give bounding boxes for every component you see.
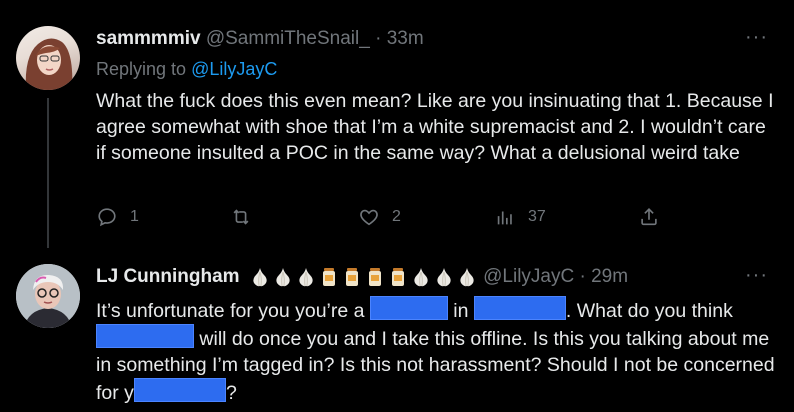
jar-emoji-icon [341, 266, 363, 288]
thread-line [47, 98, 49, 248]
views-icon [497, 211, 512, 225]
garlic-emoji-icon [295, 266, 317, 288]
reply-icon [98, 208, 116, 227]
replying-to: Replying to @LilyJayC [96, 59, 277, 80]
more-options-icon[interactable]: ··· [745, 264, 768, 287]
jar-emoji-icon [387, 266, 409, 288]
share-icon [641, 208, 657, 226]
tweet-actions: 1 2 37 [96, 206, 776, 232]
reply-count: 1 [130, 208, 139, 225]
text-segment: ? [225, 382, 237, 404]
avatar[interactable] [16, 26, 80, 90]
redaction-box [133, 378, 226, 402]
avatar[interactable] [16, 264, 80, 328]
user-handle[interactable]: @LilyJayC [483, 266, 574, 287]
text-segment: in [447, 300, 474, 322]
timestamp[interactable]: · 33m [375, 28, 424, 49]
display-name[interactable]: LJ Cunningham [96, 266, 240, 287]
avatar-image [16, 264, 80, 328]
text-segment: It’s unfortunate for you you’re a [96, 300, 370, 322]
text-segment: . What do you think [565, 300, 733, 322]
redaction-box [369, 296, 448, 320]
share-button[interactable] [638, 206, 660, 228]
mention-link[interactable]: @LilyJayC [191, 59, 277, 79]
garlic-emoji-icon [249, 266, 271, 288]
garlic-emoji-icon [410, 266, 432, 288]
display-name[interactable]: sammmmiv [96, 28, 201, 49]
timestamp[interactable]: · 29m [580, 266, 629, 287]
jar-emoji-icon [364, 266, 386, 288]
tweet-text: What the fuck does this even mean? Like … [96, 90, 774, 164]
replying-to-label: Replying to [96, 59, 187, 79]
retweet-button[interactable] [230, 206, 264, 228]
tweet-header: LJ Cunningham @LilyJayC · 29m [96, 266, 628, 288]
garlic-emoji-icon [456, 266, 478, 288]
like-button[interactable]: 2 [358, 206, 401, 228]
garlic-emoji-icon [272, 266, 294, 288]
tweet-text: It’s unfortunate for you you’re a in . W… [96, 296, 776, 406]
garlic-emoji-icon [433, 266, 455, 288]
redaction-box [96, 324, 194, 348]
redaction-box [473, 296, 566, 320]
more-options-icon[interactable]: ··· [745, 26, 768, 49]
tweet-header: sammmmiv @SammiTheSnail_ · 33m [96, 28, 424, 50]
like-count: 2 [392, 208, 401, 225]
user-handle[interactable]: @SammiTheSnail_ [206, 28, 370, 49]
jar-emoji-icon [318, 266, 340, 288]
heart-icon [360, 209, 378, 226]
views-button[interactable]: 37 [494, 206, 546, 228]
avatar-image [25, 38, 73, 90]
display-name-emojis [249, 266, 478, 288]
view-count: 37 [528, 208, 546, 225]
retweet-icon [233, 209, 249, 225]
reply-button[interactable]: 1 [96, 206, 139, 228]
